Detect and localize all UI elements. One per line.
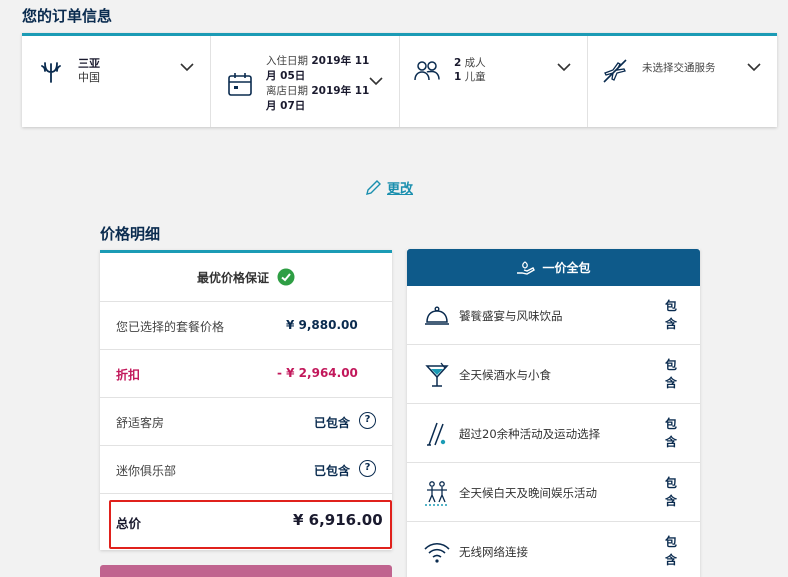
pencil-icon xyxy=(366,179,381,195)
package-price-value: ¥ 9,880.00 xyxy=(286,318,358,332)
inclusion-status: 包含 xyxy=(665,358,678,390)
destination-city: 三亚 xyxy=(78,57,100,70)
all-inclusive-card: 一价全包 饕餮盛宴与风味饮品 包含 全天候酒水与小食 包含 超过20余种活动及运… xyxy=(407,249,700,577)
book-button[interactable] xyxy=(100,565,392,577)
chevron-down-icon[interactable] xyxy=(369,76,383,86)
chevron-down-icon[interactable] xyxy=(747,62,761,72)
best-price-label: 最优价格保证 xyxy=(196,270,269,285)
transport-label: 未选择交通服务 xyxy=(642,62,716,74)
inclusion-item: 超过20余种活动及运动选择 包含 xyxy=(407,404,700,463)
wifi-icon xyxy=(424,542,450,563)
page-title: 您的订单信息 xyxy=(22,7,113,25)
mini-club-row: 迷你俱乐部 已包含 ? xyxy=(100,446,392,494)
price-card-header: 最优价格保证 xyxy=(100,253,392,302)
children-label: 儿童 xyxy=(464,71,486,83)
total-label: 总价 xyxy=(116,516,142,531)
inclusion-item: 饕餮盛宴与风味饮品 包含 xyxy=(407,286,700,345)
comfort-room-row: 舒适客房 已包含 ? xyxy=(100,398,392,446)
transport-selector[interactable]: 未选择交通服务 xyxy=(588,36,777,127)
total-value: ¥ 6,916.00 xyxy=(293,511,383,529)
all-inclusive-header: 一价全包 xyxy=(407,249,700,286)
inclusion-item: 全天候酒水与小食 包含 xyxy=(407,345,700,404)
inclusion-status: 包含 xyxy=(665,299,678,331)
inclusion-status: 包含 xyxy=(665,417,678,449)
inclusion-label: 超过20余种活动及运动选择 xyxy=(459,427,601,441)
golf-icon xyxy=(427,422,446,446)
package-price-row: 您已选择的套餐价格 ¥ 9,880.00 xyxy=(100,302,392,350)
people-icon xyxy=(414,61,440,81)
discount-value: - ¥ 2,964.00 xyxy=(277,366,358,380)
destination-country: 中国 xyxy=(78,71,100,84)
comfort-room-value: 已包含 xyxy=(314,416,351,430)
check-circle-icon xyxy=(277,268,295,286)
destination-selector[interactable]: 三亚 中国 xyxy=(22,36,211,127)
inclusion-label: 全天候酒水与小食 xyxy=(459,368,551,382)
trident-icon xyxy=(41,62,61,83)
edit-booking-link[interactable]: 更改 xyxy=(365,178,413,197)
adults-count: 2 xyxy=(454,57,462,69)
inclusion-label: 饕餮盛宴与风味饮品 xyxy=(459,309,563,323)
booking-summary-bar: 三亚 中国 入住日期 2019年 11月 05日 离店日期 2019年 11月 … xyxy=(22,33,777,127)
inclusion-status: 包含 xyxy=(665,476,678,508)
hand-icon xyxy=(517,260,536,275)
no-flight-icon xyxy=(603,59,627,83)
dancers-icon xyxy=(425,481,449,506)
guests-selector[interactable]: 2 成人 1 儿童 xyxy=(400,36,588,127)
help-icon[interactable]: ? xyxy=(359,412,376,429)
date-selector[interactable]: 入住日期 2019年 11月 05日 离店日期 2019年 11月 07日 xyxy=(211,36,400,127)
package-price-label: 您已选择的套餐价格 xyxy=(116,320,225,334)
discount-label: 折扣 xyxy=(116,368,141,382)
checkout-label: 离店日期 xyxy=(266,85,308,97)
calendar-icon xyxy=(228,73,252,96)
edit-link-label: 更改 xyxy=(387,182,414,197)
inclusion-item: 无线网络连接 包含 xyxy=(407,522,700,577)
help-icon[interactable]: ? xyxy=(359,460,376,477)
chevron-down-icon[interactable] xyxy=(180,62,194,72)
mini-club-label: 迷你俱乐部 xyxy=(116,464,177,478)
inclusion-item: 全天候白天及晚间娱乐活动 包含 xyxy=(407,463,700,522)
checkin-label: 入住日期 xyxy=(266,55,308,67)
price-breakdown-card: 最优价格保证 您已选择的套餐价格 ¥ 9,880.00 折扣 - ¥ 2,964… xyxy=(100,250,392,550)
discount-row: 折扣 - ¥ 2,964.00 xyxy=(100,350,392,398)
inclusion-status: 包含 xyxy=(665,535,678,567)
comfort-room-label: 舒适客房 xyxy=(116,416,165,430)
price-section-title: 价格明细 xyxy=(100,225,161,243)
inclusion-label: 全天候白天及晚间娱乐活动 xyxy=(459,486,597,500)
mini-club-value: 已包含 xyxy=(314,464,351,478)
cloche-icon xyxy=(425,306,449,325)
total-row: 总价 ¥ 6,916.00 xyxy=(100,494,392,549)
adults-label: 成人 xyxy=(464,57,486,69)
cocktail-icon xyxy=(425,362,449,387)
children-count: 1 xyxy=(454,71,462,83)
all-inclusive-title: 一价全包 xyxy=(542,261,591,275)
chevron-down-icon[interactable] xyxy=(557,62,571,72)
inclusion-label: 无线网络连接 xyxy=(459,545,528,559)
